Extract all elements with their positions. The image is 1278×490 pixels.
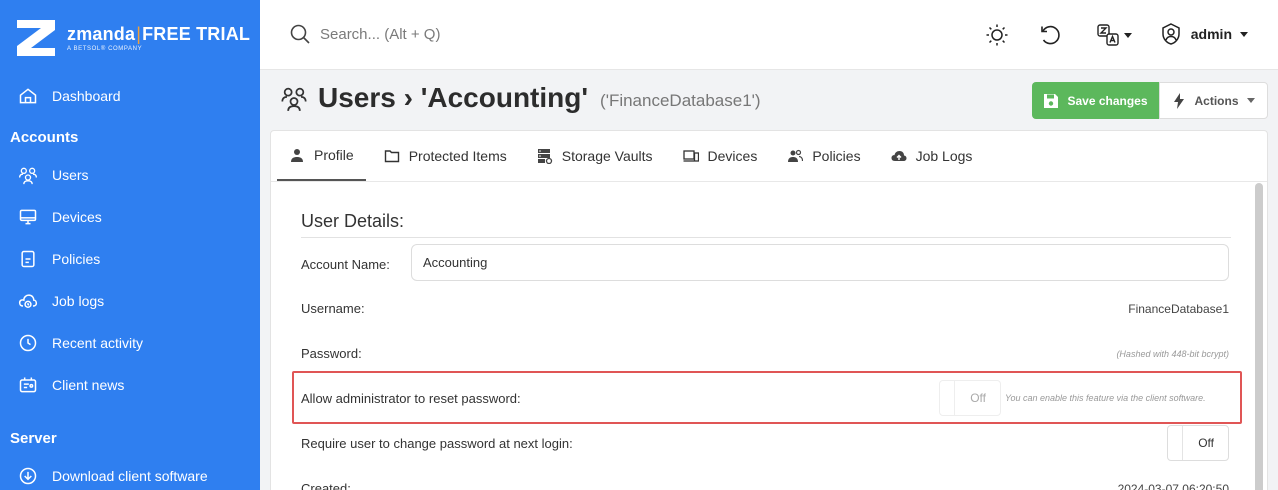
folder-icon [384,150,399,163]
reset-password-toggle[interactable]: Off [939,380,1001,416]
section-title: User Details: [301,211,405,231]
sun-icon [986,24,1008,46]
user-group-icon [788,149,804,162]
sidebar-heading-accounts: Accounts [10,128,79,146]
cloud-upload-icon [891,151,907,161]
brand-tagline: A BETSOL® COMPANY [67,45,143,52]
user-menu[interactable]: admin [1159,22,1248,46]
account-name-input[interactable] [411,244,1229,281]
search-icon [290,24,310,44]
refresh-button[interactable] [1036,21,1064,49]
actions-button[interactable]: Actions [1159,82,1268,119]
cloud-log-icon [18,294,38,308]
user-name: admin [1190,26,1232,42]
section-divider [301,237,1231,238]
search-box[interactable] [288,22,580,46]
password-label: Password: [301,346,362,361]
brand[interactable]: zmanda|FREE TRIAL A BETSOL® COMPANY [0,0,260,75]
page-header: Users › 'Accounting' ('FinanceDatabase1'… [280,82,761,114]
sidebar-item-dashboard[interactable]: Dashboard [0,75,260,117]
policy-document-icon [21,250,35,268]
sidebar-item-recent-activity[interactable]: Recent activity [0,322,260,364]
tab-protected-items[interactable]: Protected Items [372,131,519,181]
users-icon [281,87,307,111]
floppy-disk-icon [1044,93,1059,108]
user-shield-icon [1162,23,1180,45]
download-icon [19,467,37,485]
devices-icon [682,150,699,162]
sidebar-item-users[interactable]: Users [0,154,260,196]
tab-bar: Profile Protected Items Storage Vaults D… [277,131,990,181]
change-password-label: Require user to change password at next … [301,436,573,451]
vertical-scrollbar[interactable] [1255,183,1263,490]
password-hint: (Hashed with 448-bit bcrypt) [1116,349,1229,359]
sidebar-item-client-news[interactable]: Client news [0,364,260,406]
tab-storage-vaults[interactable]: Storage Vaults [525,131,665,181]
created-value: 2024-03-07 06:20:50 [1117,482,1229,490]
change-password-toggle[interactable]: Off [1167,425,1229,461]
search-input[interactable] [320,25,580,43]
person-icon [291,149,303,162]
sidebar-item-job-logs[interactable]: Job logs [0,280,260,322]
monitor-icon [19,209,37,225]
tab-profile[interactable]: Profile [277,131,366,181]
language-menu-button[interactable] [1092,21,1136,49]
sidebar: zmanda|FREE TRIAL A BETSOL® COMPANY Dash… [0,0,260,490]
sidebar-item-download-client[interactable]: Download client software [0,455,260,490]
reset-password-label: Allow administrator to reset password: [301,391,521,406]
translate-icon [1097,24,1119,46]
account-name-label: Account Name: [301,257,390,272]
brand-name: zmanda|FREE TRIAL [67,23,251,44]
chevron-down-icon [1246,98,1255,103]
topbar: admin [260,0,1278,70]
chevron-down-icon [1240,31,1248,37]
news-icon [19,377,37,393]
user-profile-card: Profile Protected Items Storage Vaults D… [270,130,1268,490]
server-storage-icon [537,149,552,164]
page-subtitle: ('FinanceDatabase1') [600,91,761,110]
save-changes-button[interactable]: Save changes [1032,82,1159,119]
home-icon [19,88,37,104]
tab-divider [271,181,1267,182]
sidebar-item-devices[interactable]: Devices [0,196,260,238]
username-value: FinanceDatabase1 [1128,302,1229,316]
created-label: Created: [301,481,351,490]
page-title: Users › 'Accounting' [318,82,589,113]
chevron-down-icon [1124,32,1132,38]
clock-icon [19,334,37,352]
users-icon [19,167,37,185]
sidebar-heading-server: Server [10,429,57,447]
theme-toggle-button[interactable] [983,21,1011,49]
lightning-icon [1174,92,1185,109]
tab-devices[interactable]: Devices [671,131,770,181]
tab-job-logs[interactable]: Job Logs [879,131,985,181]
username-label: Username: [301,301,365,316]
zmanda-logo-icon [17,19,55,56]
tab-policies[interactable]: Policies [775,131,872,181]
undo-icon [1041,25,1060,45]
sidebar-item-policies[interactable]: Policies [0,238,260,280]
reset-password-hint: You can enable this feature via the clie… [1005,393,1206,403]
